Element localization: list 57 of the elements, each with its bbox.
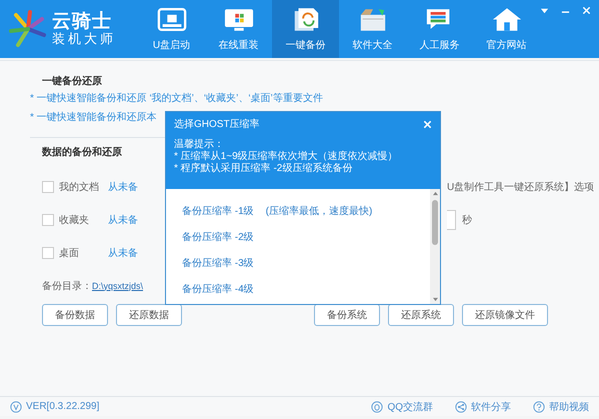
home-icon [492,6,522,32]
scrollbar[interactable] [430,189,440,304]
section-heading: 一键备份还原 [41,75,102,89]
seconds-field[interactable] [447,210,456,230]
logo-subtitle: 装机大师 [52,32,116,48]
logo-title: 云骑士 [52,10,113,32]
tip-text: * 程序默认采用压缩率 -2级压缩系统备份 [174,163,354,175]
scroll-up-icon[interactable] [432,191,438,196]
nav-tab[interactable]: 官方网站 [473,0,540,58]
nav-tab[interactable]: 软件大全 [339,0,406,58]
backup-dir-link[interactable]: D:\yqsxtzjds\ [92,280,144,290]
scroll-down-icon[interactable] [432,297,438,302]
checkbox[interactable] [42,214,54,226]
tip-heading: 温馨提示： [174,139,225,150]
nav-tab[interactable]: 一键备份 [272,0,339,58]
action-button[interactable]: 备份系统 [314,304,380,326]
action-button[interactable]: 还原镜像文件 [462,304,548,326]
nav-tab[interactable]: 在线重装 [205,0,272,58]
action-button[interactable]: 还原系统 [388,304,454,326]
seconds-unit: 秒 [462,214,472,226]
compression-option[interactable]: 备份压缩率 -3级 [182,251,430,277]
backup-dir-label: 备份目录： [42,280,92,292]
close-icon[interactable] [582,6,591,15]
monitor-icon [224,6,254,32]
share-icon [455,400,467,412]
checkbox[interactable] [42,180,54,192]
usb-drive-icon [156,6,186,32]
dialog-title: 选择GHOST压缩率 [174,118,260,131]
backup-status: 从未备 [108,246,138,260]
dropdown-icon[interactable] [540,6,549,15]
close-icon[interactable] [423,120,432,128]
footer-link[interactable]: QQ交流群 [371,400,433,414]
checkbox-label: 桌面 [59,246,80,260]
section-heading: 数据的备份和还原 [40,146,122,160]
pinwheel-logo-icon [8,9,48,49]
scrollbar-thumb[interactable] [432,200,438,245]
info-note: * 一键快速智能备份和还原 ‘我的文档’、‘收藏夹’、‘桌面’等重要文件 [30,92,323,106]
backup-status: 从未备 [108,214,138,226]
compression-option[interactable]: 备份压缩率 -4级 [182,277,430,303]
version-text: VER[0.3.22.299] [26,401,100,412]
option-text: U盘制作工具一键还原系统】选项 [447,180,594,194]
compression-option[interactable]: 备份压缩率 -2级 [182,225,430,251]
checkbox-label: 我的文档 [59,180,100,194]
compression-option[interactable]: 备份压缩率 -1级 (压缩率最低，速度最快) [182,199,430,225]
version-v-icon [10,400,22,412]
info-note: * 一键快速智能备份和还原本 [30,110,157,125]
action-button[interactable]: 备份数据 [42,304,108,326]
action-button[interactable]: 还原数据 [116,304,182,326]
help-icon [533,400,545,412]
footer-link[interactable]: 帮助视频 [533,400,589,414]
backup-status: 从未备 [108,180,138,194]
checkbox-label: 收藏夹 [59,214,90,226]
footer-link[interactable]: 软件分享 [455,400,511,414]
nav-tab[interactable]: U盘启动 [138,0,205,58]
nav-tab[interactable]: 人工服务 [406,0,473,58]
tip-text: * 压缩率从1~9级压缩率依次增大（速度依次减慢） [174,151,399,162]
checkbox[interactable] [42,246,54,258]
